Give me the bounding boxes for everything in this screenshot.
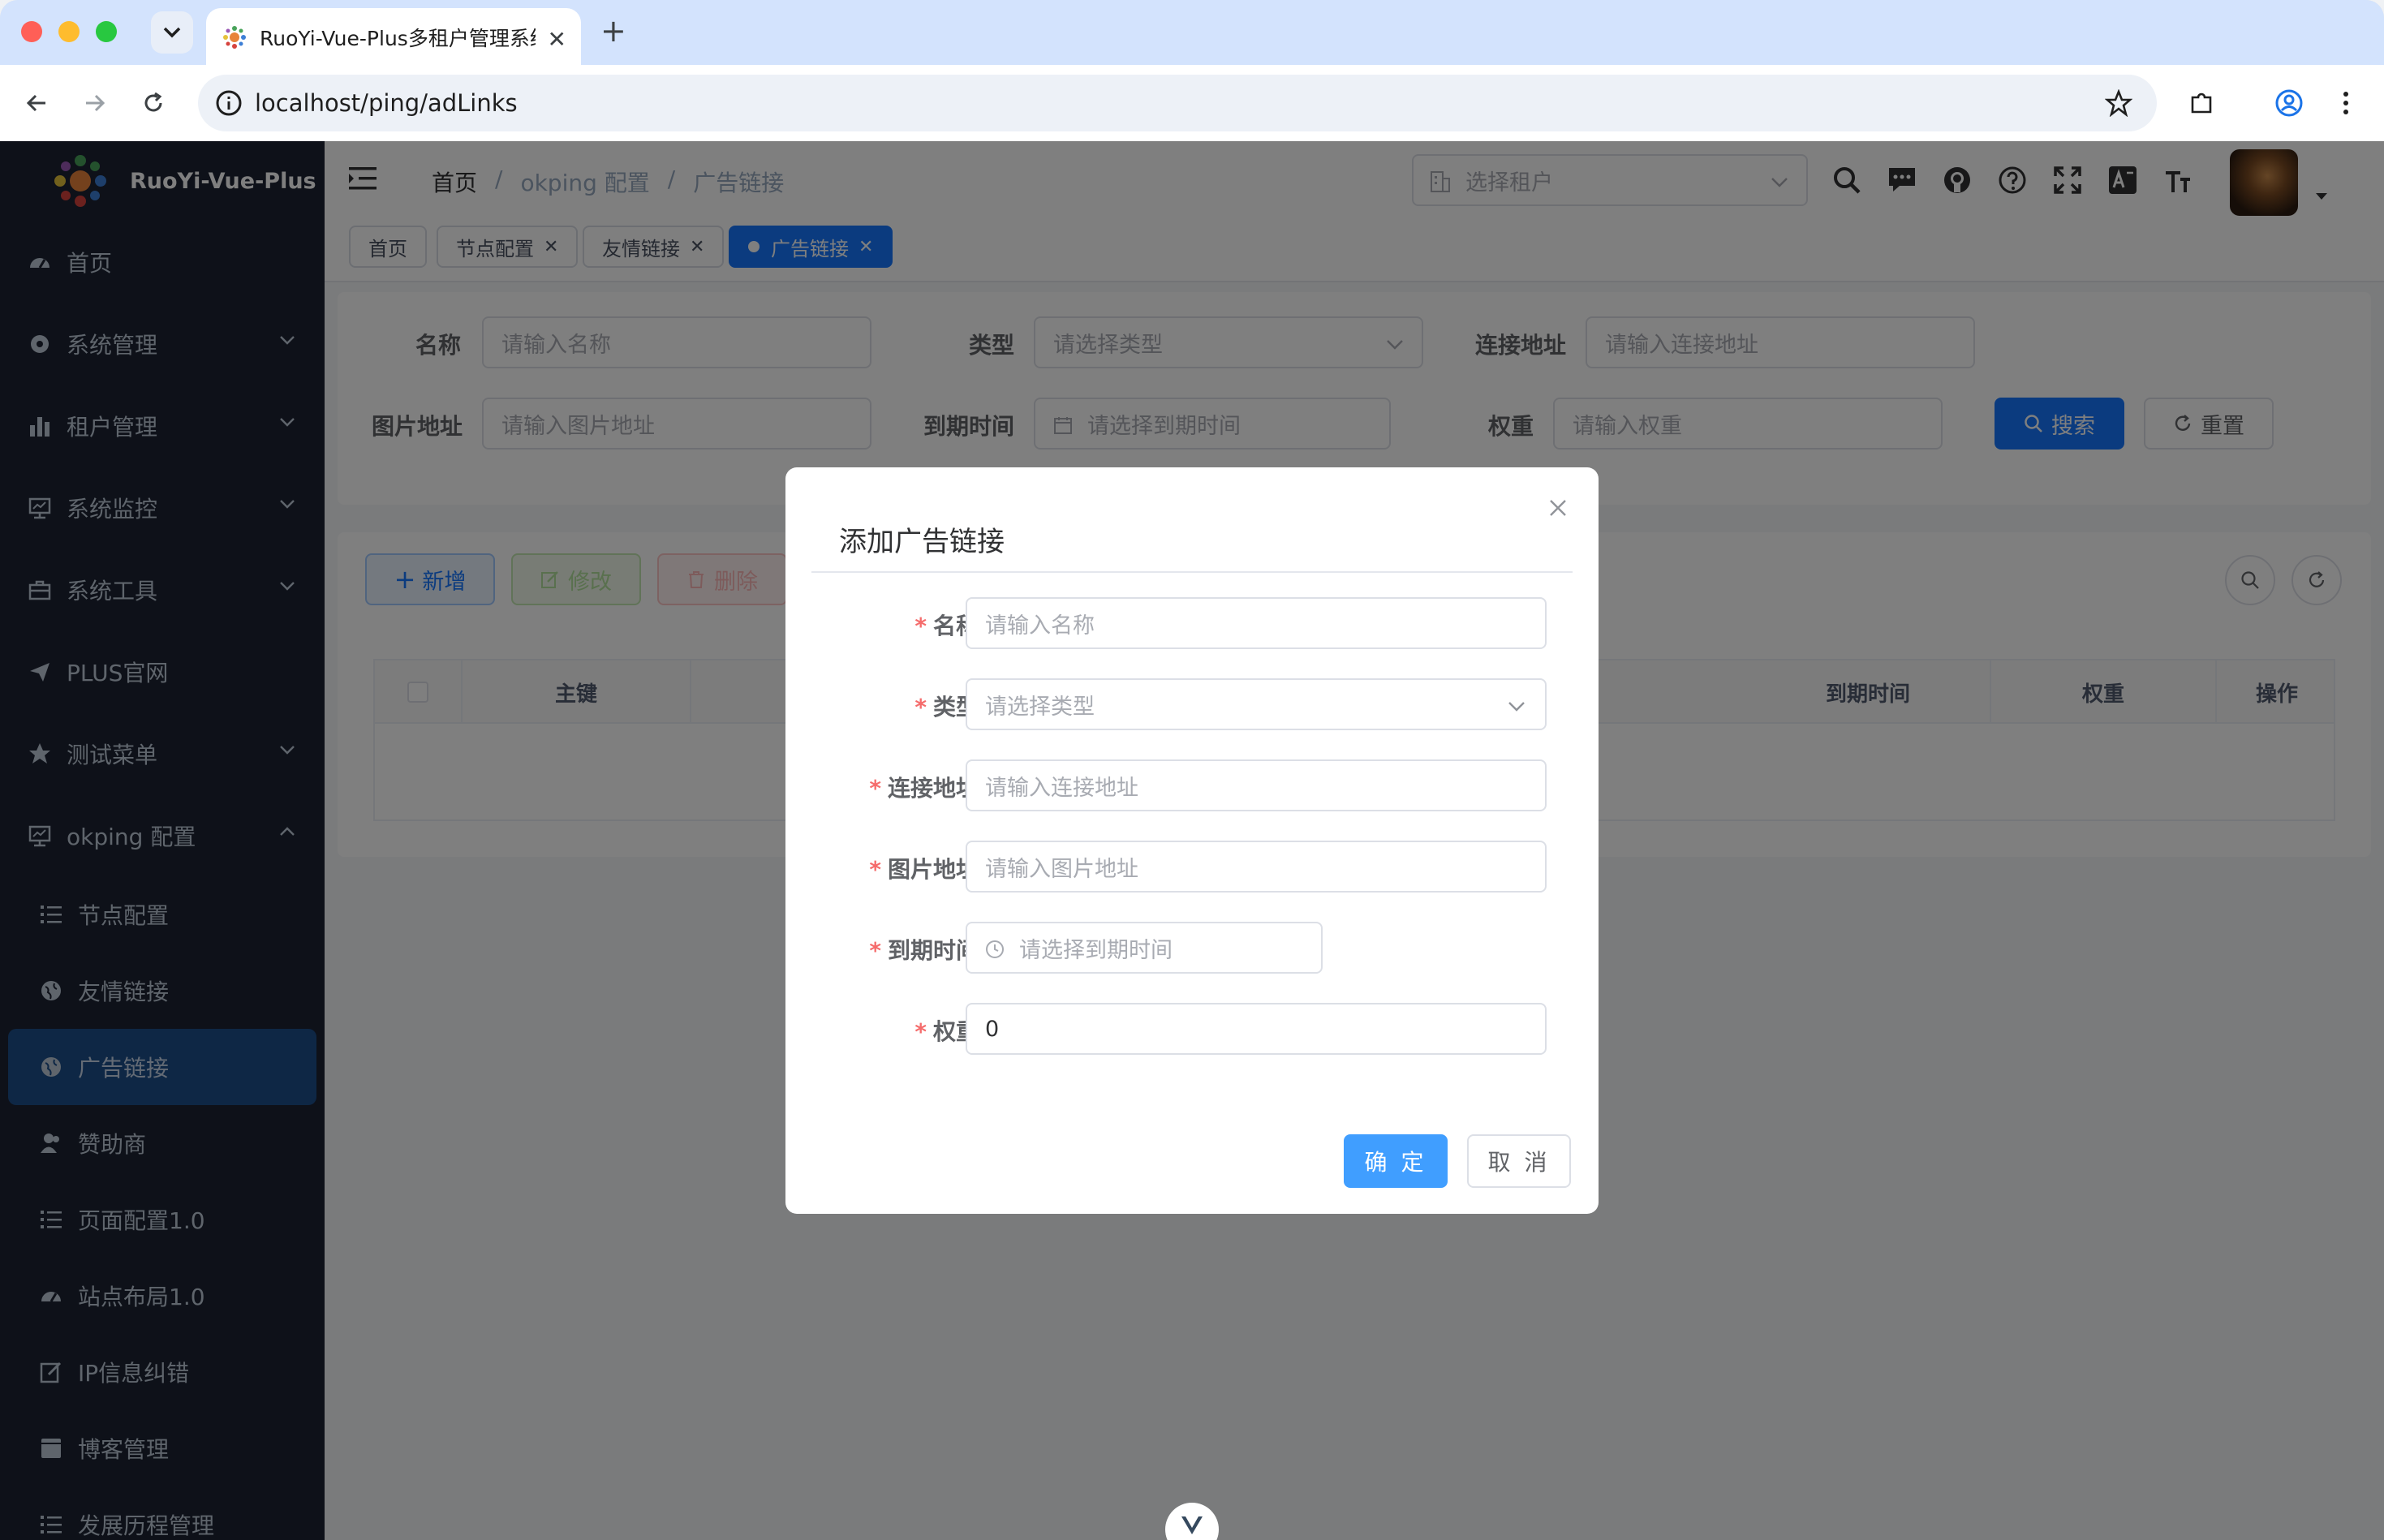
arrow-right-icon (86, 94, 105, 112)
chevron-down-icon (163, 27, 181, 38)
url-text: localhost/ping/adLinks (255, 89, 518, 117)
reload-button[interactable] (135, 84, 172, 122)
dialog-title: 添加广告链接 (839, 526, 1005, 558)
form-row-type: * 类型 请选择类型 (785, 678, 1599, 730)
image-url-input[interactable]: 请输入图片地址 (966, 841, 1547, 893)
required-asterisk: * (869, 775, 881, 802)
form-label-image: * 图片地址 (869, 852, 979, 884)
minimize-window-button[interactable] (58, 21, 80, 42)
site-info-icon[interactable] (214, 88, 243, 118)
expire-date-picker[interactable]: 请选择到期时间 (966, 922, 1323, 974)
chevron-down-icon (1508, 702, 1525, 712)
confirm-button[interactable]: 确 定 (1344, 1134, 1448, 1188)
browser-toolbar: localhost/ping/adLinks (0, 65, 2384, 141)
browser-tab-title: RuoYi-Vue-Plus多租户管理系统 (260, 27, 536, 50)
browser-window: RuoYi-Vue-Plus多租户管理系统 ✕ + localhost/ping… (0, 0, 2384, 141)
type-placeholder: 请选择类型 (985, 694, 1095, 720)
forward-button[interactable] (76, 84, 114, 122)
form-row-weight: * 权重 0 (785, 1003, 1599, 1055)
required-asterisk: * (914, 613, 927, 639)
weight-value: 0 (985, 1016, 1000, 1042)
expire-date-placeholder: 请选择到期时间 (1019, 937, 1173, 963)
type-select[interactable]: 请选择类型 (966, 678, 1547, 730)
tab-search-button[interactable] (151, 11, 193, 54)
dialog-close-button[interactable] (1542, 492, 1574, 524)
new-tab-button[interactable]: + (600, 15, 626, 47)
form-row-image: * 图片地址 请输入图片地址 (785, 841, 1599, 893)
required-asterisk: * (869, 937, 881, 964)
account-icon (2275, 89, 2303, 117)
required-asterisk: * (869, 856, 881, 883)
vue-logo-icon (1181, 1516, 1203, 1534)
weight-input[interactable]: 0 (966, 1003, 1547, 1055)
bookmark-button[interactable] (2100, 84, 2137, 122)
image-url-placeholder: 请输入图片地址 (985, 856, 1138, 882)
add-ad-link-dialog: 添加广告链接 * 名称 请输入名称 * 类型 请选择类型 * 连接地址 请输入连接地址… (785, 467, 1599, 1214)
browser-menu-button[interactable] (2327, 84, 2365, 122)
required-asterisk: * (914, 1018, 927, 1045)
name-input[interactable]: 请输入名称 (966, 597, 1547, 649)
form-label-expire: * 到期时间 (869, 933, 979, 966)
form-label-url: * 连接地址 (869, 771, 979, 803)
dialog-divider (811, 571, 1573, 573)
back-button[interactable] (18, 84, 55, 122)
browser-tab-active[interactable]: RuoYi-Vue-Plus多租户管理系统 ✕ (206, 8, 581, 67)
form-row-expire: * 到期时间 请选择到期时间 (785, 922, 1599, 974)
arrow-left-icon (26, 94, 45, 112)
close-icon (1550, 500, 1566, 516)
star-outline-icon (2105, 89, 2132, 117)
cancel-button-label: 取 消 (1487, 1149, 1551, 1176)
clock-icon (986, 940, 1004, 958)
tab-close-icon[interactable]: ✕ (548, 26, 566, 53)
profile-button[interactable] (2270, 84, 2308, 122)
form-row-url: * 连接地址 请输入连接地址 (785, 759, 1599, 811)
url-input[interactable]: 请输入连接地址 (966, 759, 1547, 811)
more-vertical-icon (2343, 92, 2348, 114)
reload-icon (144, 92, 162, 112)
confirm-button-label: 确 定 (1364, 1149, 1427, 1176)
close-window-button[interactable] (21, 21, 42, 42)
url-placeholder: 请输入连接地址 (985, 775, 1138, 801)
favicon-icon (223, 26, 246, 49)
cancel-button[interactable]: 取 消 (1467, 1134, 1571, 1188)
form-row-name: * 名称 请输入名称 (785, 597, 1599, 649)
extensions-button[interactable] (2183, 84, 2220, 122)
address-bar[interactable]: localhost/ping/adLinks (198, 75, 2157, 131)
puzzle-icon (2191, 92, 2212, 114)
name-placeholder: 请输入名称 (985, 613, 1095, 639)
tab-strip: RuoYi-Vue-Plus多租户管理系统 ✕ + (0, 0, 2384, 67)
zoom-window-button[interactable] (96, 21, 117, 42)
required-asterisk: * (914, 694, 927, 721)
